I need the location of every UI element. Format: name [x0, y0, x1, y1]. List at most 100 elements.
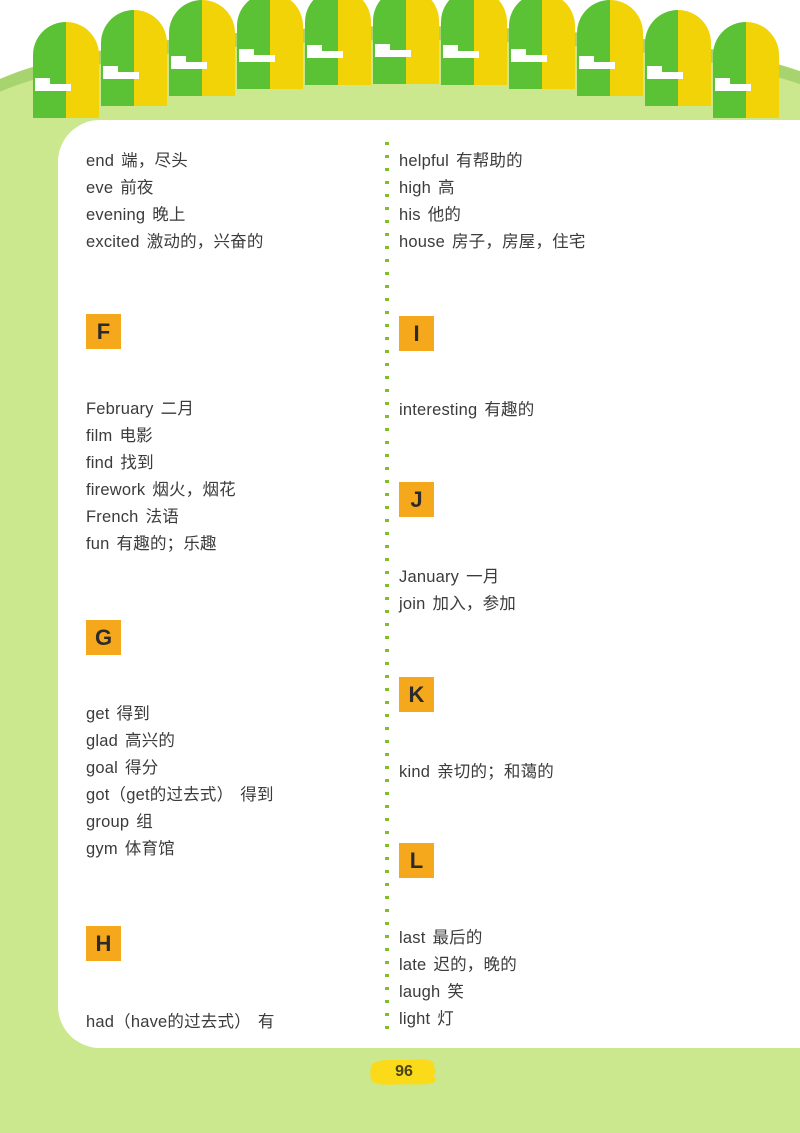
word-entry-english: French: [86, 508, 139, 526]
word-entry-chinese: 有: [257, 1012, 275, 1031]
word-entry-chinese: 激动的，兴奋的: [146, 232, 264, 251]
right-column: helpful 有帮助的 high 高 his 他的 house 房子，房屋，住宅 Iinter…: [399, 120, 779, 1048]
word-entry-english: kind: [399, 763, 431, 781]
word-entry-english: group: [86, 813, 130, 831]
word-entry-english: got（get的过去式）: [86, 786, 234, 804]
word-entry-chinese: 得到: [240, 785, 274, 804]
word-entry: helpful 有帮助的: [399, 147, 523, 171]
word-entry-chinese: 加入，参加: [432, 594, 516, 613]
word-entry: had（have的过去式） 有: [86, 1008, 275, 1032]
letter-section-badge-k: K: [399, 677, 434, 712]
word-entry-english: his: [399, 206, 421, 224]
letter-section-badge-g: G: [86, 620, 121, 655]
word-entry-english: get: [86, 705, 110, 723]
word-entry: film 电影: [86, 422, 153, 446]
letter-section-badge-j: J: [399, 482, 434, 517]
word-entry: interesting 有趣的: [399, 396, 534, 420]
word-entry-chinese: 组: [136, 812, 153, 831]
word-entry-chinese: 得分: [125, 758, 159, 777]
word-entry: high 高: [399, 174, 455, 198]
word-entry-chinese: 他的: [427, 205, 462, 224]
word-entry-english: February: [86, 400, 154, 418]
word-entry-english: high: [399, 179, 431, 197]
word-entry-english: film: [86, 427, 113, 445]
word-entry: end 端，尽头: [86, 147, 188, 171]
word-entry-chinese: 找到: [120, 453, 154, 472]
word-entry-english: last: [399, 929, 426, 947]
word-entry: January 一月: [399, 563, 500, 587]
word-entry-chinese: 一月: [466, 567, 500, 586]
word-entry-chinese: 房子，房屋，住宅: [451, 232, 586, 251]
word-entry-english: helpful: [399, 152, 450, 170]
word-entry: fun 有趣的；乐趣: [86, 530, 217, 554]
word-entry-english: interesting: [399, 401, 478, 419]
word-entry: group 组: [86, 808, 153, 832]
word-entry-english: laugh: [399, 983, 441, 1001]
word-entry: laugh 笑: [399, 978, 464, 1002]
word-entry-chinese: 前夜: [120, 178, 154, 197]
word-entry: late 迟的，晚的: [399, 951, 517, 975]
word-entry-chinese: 笑: [447, 982, 465, 1001]
word-entry-english: join: [399, 595, 426, 613]
word-entry-english: eve: [86, 179, 114, 197]
word-entry: firework 烟火，烟花: [86, 476, 236, 500]
word-entry-chinese: 有帮助的: [456, 151, 523, 170]
word-entry: last 最后的: [399, 924, 483, 948]
word-entry-chinese: 得到: [116, 704, 150, 723]
word-entry-chinese: 法语: [145, 507, 179, 526]
letter-section-badge-f: F: [86, 314, 121, 349]
word-entry: French 法语: [86, 503, 179, 527]
letter-section-badge-l: L: [399, 843, 434, 878]
page-number-text: 96: [395, 1063, 413, 1080]
word-entry-chinese: 高兴的: [125, 731, 176, 750]
word-entry-chinese: 晚上: [152, 205, 186, 224]
word-entry: goal 得分: [86, 754, 158, 778]
word-entry-chinese: 体育馆: [124, 839, 175, 858]
word-entry: evening 晚上: [86, 201, 186, 225]
word-entry-chinese: 有趣的: [484, 400, 535, 419]
word-entry-chinese: 最后的: [432, 928, 483, 947]
word-entry: February 二月: [86, 395, 194, 419]
word-entry-chinese: 烟火，烟花: [152, 480, 236, 499]
word-entry-chinese: 高: [438, 178, 455, 197]
word-entry-english: January: [399, 568, 460, 586]
word-entry-english: evening: [86, 206, 146, 224]
word-entry-english: had（have的过去式）: [86, 1013, 251, 1031]
word-entry: join 加入，参加: [399, 590, 516, 614]
word-entry: kind 亲切的；和蔼的: [399, 758, 554, 782]
page-root: end 端，尽头 eve 前夜 evening 晚上 excited 激动的，兴奋的 F Febr…: [0, 0, 800, 1133]
word-entry: find 找到: [86, 449, 154, 473]
word-entry: get 得到: [86, 700, 150, 724]
word-entry-english: end: [86, 152, 115, 170]
word-entry-english: house: [399, 233, 445, 251]
word-entry-chinese: 灯: [437, 1009, 454, 1028]
word-entry: glad 高兴的: [86, 727, 175, 751]
word-entry: gym 体育馆: [86, 835, 175, 859]
word-entry-english: find: [86, 454, 114, 472]
word-entry-english: glad: [86, 732, 118, 750]
word-entry-chinese: 端，尽头: [121, 151, 188, 170]
word-entry: eve 前夜: [86, 174, 154, 198]
word-entry-english: fun: [86, 535, 110, 553]
letter-section-badge-i: I: [399, 316, 434, 351]
word-entry: his 他的: [399, 201, 461, 225]
word-entry-english: gym: [86, 840, 118, 858]
word-entry-chinese: 迟的，晚的: [433, 955, 517, 974]
content-card: end 端，尽头 eve 前夜 evening 晚上 excited 激动的，兴奋的 F Febr…: [58, 120, 800, 1048]
word-entry-chinese: 电影: [119, 426, 153, 445]
word-entry-chinese: 亲切的；和蔼的: [437, 762, 554, 781]
word-entry: excited 激动的，兴奋的: [86, 228, 264, 252]
word-entry-english: late: [399, 956, 427, 974]
word-entry-chinese: 二月: [160, 399, 195, 418]
word-entry-english: excited: [86, 233, 140, 251]
word-entry-english: firework: [86, 481, 146, 499]
column-divider-dotted: [385, 142, 389, 1037]
letter-section-badge-h: H: [86, 926, 121, 961]
page-number-badge: 96: [369, 1057, 439, 1087]
word-entry: house 房子，房屋，住宅: [399, 228, 586, 252]
left-column: end 端，尽头 eve 前夜 evening 晚上 excited 激动的，兴奋的 F Febr…: [86, 120, 396, 1048]
word-entry-english: light: [399, 1010, 431, 1028]
word-entry: got（get的过去式） 得到: [86, 781, 274, 805]
word-entry-english: goal: [86, 759, 118, 777]
word-entry-chinese: 有趣的；乐趣: [116, 534, 217, 553]
